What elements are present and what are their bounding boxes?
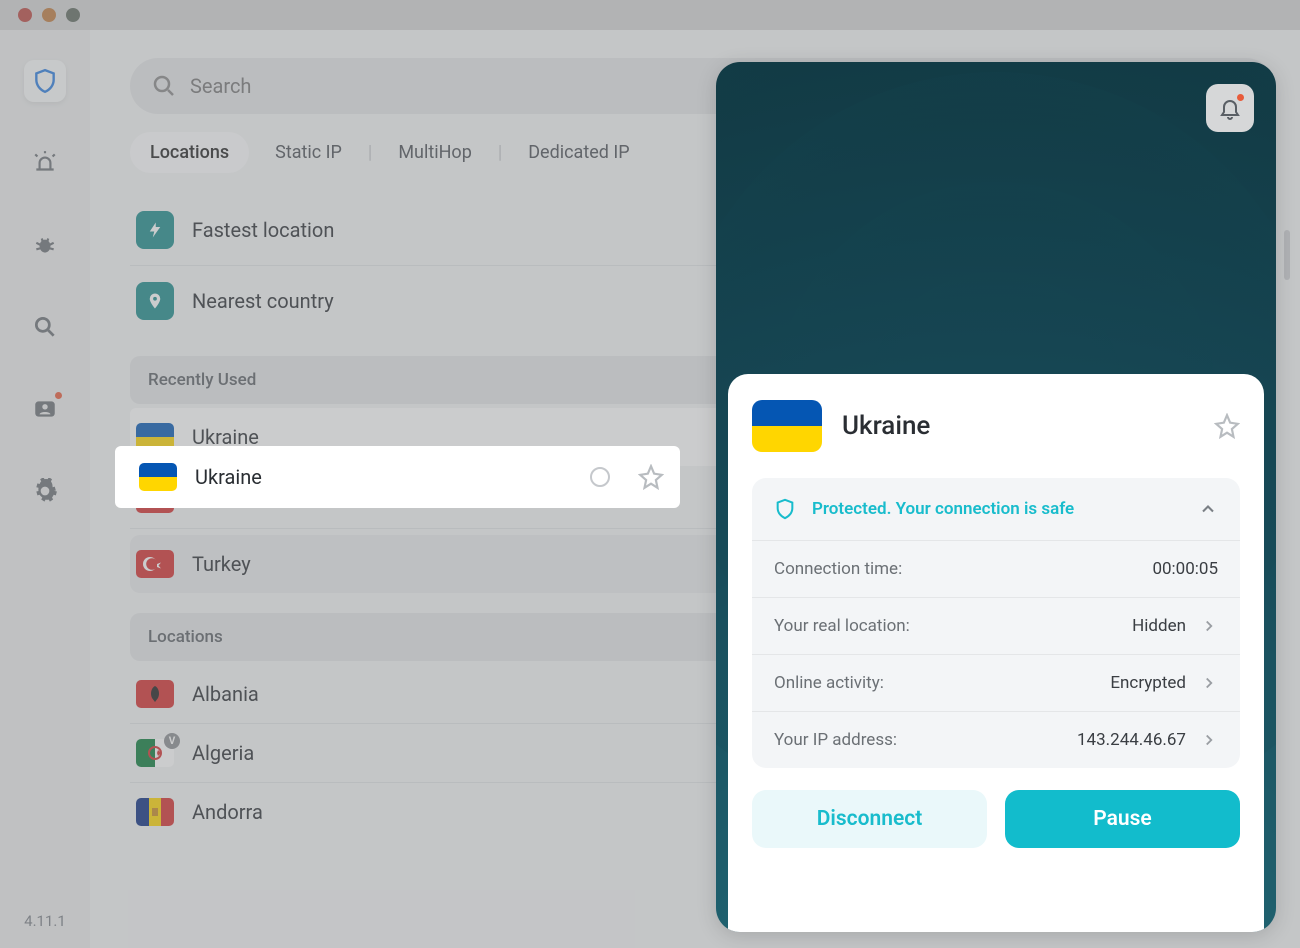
status-header[interactable]: Protected. Your connection is safe [752, 478, 1240, 540]
tab-multihop[interactable]: MultiHop [378, 132, 492, 173]
sidebar-item-antivirus[interactable] [24, 224, 66, 266]
tab-locations[interactable]: Locations [130, 132, 249, 173]
disconnect-button[interactable]: Disconnect [752, 790, 987, 848]
flag-turkey-icon [136, 550, 174, 578]
nearest-label: Nearest country [192, 289, 334, 313]
sidebar-item-id[interactable] [24, 388, 66, 430]
status-text: Protected. Your connection is safe [812, 499, 1182, 519]
version-label: 4.11.1 [24, 912, 66, 930]
connected-country-title: Ukraine [842, 411, 1184, 441]
favorite-toggle[interactable] [1214, 413, 1240, 439]
scrollbar-thumb[interactable] [1284, 230, 1290, 280]
stat-row-ip[interactable]: Your IP address: 143.244.46.67 [752, 711, 1240, 768]
connection-panel: Ukraine Protected. Your connection is sa… [716, 62, 1276, 932]
chevron-right-icon [1200, 617, 1218, 635]
stat-row-activity[interactable]: Online activity: Encrypted [752, 654, 1240, 711]
sidebar-item-search[interactable] [24, 306, 66, 348]
flag-andorra-icon [136, 798, 174, 826]
tab-staticip[interactable]: Static IP [255, 132, 362, 173]
bug-icon [32, 232, 58, 258]
bolt-icon [136, 211, 174, 249]
stat-row-location[interactable]: Your real location: Hidden [752, 597, 1240, 654]
status-box: Protected. Your connection is safe Conne… [752, 478, 1240, 768]
siren-icon [32, 150, 58, 176]
shield-icon [32, 68, 58, 94]
chevron-right-icon [1200, 674, 1218, 692]
notification-dot-icon [1237, 94, 1244, 101]
flag-ukraine-icon [136, 423, 174, 451]
flag-albania-icon [136, 680, 174, 708]
person-card-icon [32, 396, 58, 422]
notifications-button[interactable] [1206, 84, 1254, 132]
window-titlebar [0, 0, 1300, 30]
notification-dot-icon [55, 392, 62, 399]
fastest-label: Fastest location [192, 218, 334, 242]
flag-taiwan-icon [136, 485, 174, 513]
virtual-badge-icon: V [164, 733, 180, 749]
chevron-up-icon [1198, 499, 1218, 519]
sidebar-item-alert[interactable] [24, 142, 66, 184]
search-icon [32, 314, 58, 340]
chevron-right-icon [1200, 731, 1218, 749]
search-icon [152, 74, 176, 98]
window-max-button[interactable] [66, 8, 80, 22]
pin-icon [136, 282, 174, 320]
pause-button[interactable]: Pause [1005, 790, 1240, 848]
window-close-button[interactable] [18, 8, 32, 22]
sidebar-item-vpn[interactable] [24, 60, 66, 102]
shield-icon [774, 496, 796, 522]
flag-ukraine-icon [752, 400, 822, 452]
tab-dedicatedip[interactable]: Dedicated IP [508, 132, 649, 173]
stat-row-time: Connection time: 00:00:05 [752, 540, 1240, 597]
sidebar: 4.11.1 [0, 30, 90, 948]
gear-icon [32, 478, 58, 504]
connection-detail-card: Ukraine Protected. Your connection is sa… [728, 374, 1264, 932]
sidebar-item-settings[interactable] [24, 470, 66, 512]
window-min-button[interactable] [42, 8, 56, 22]
